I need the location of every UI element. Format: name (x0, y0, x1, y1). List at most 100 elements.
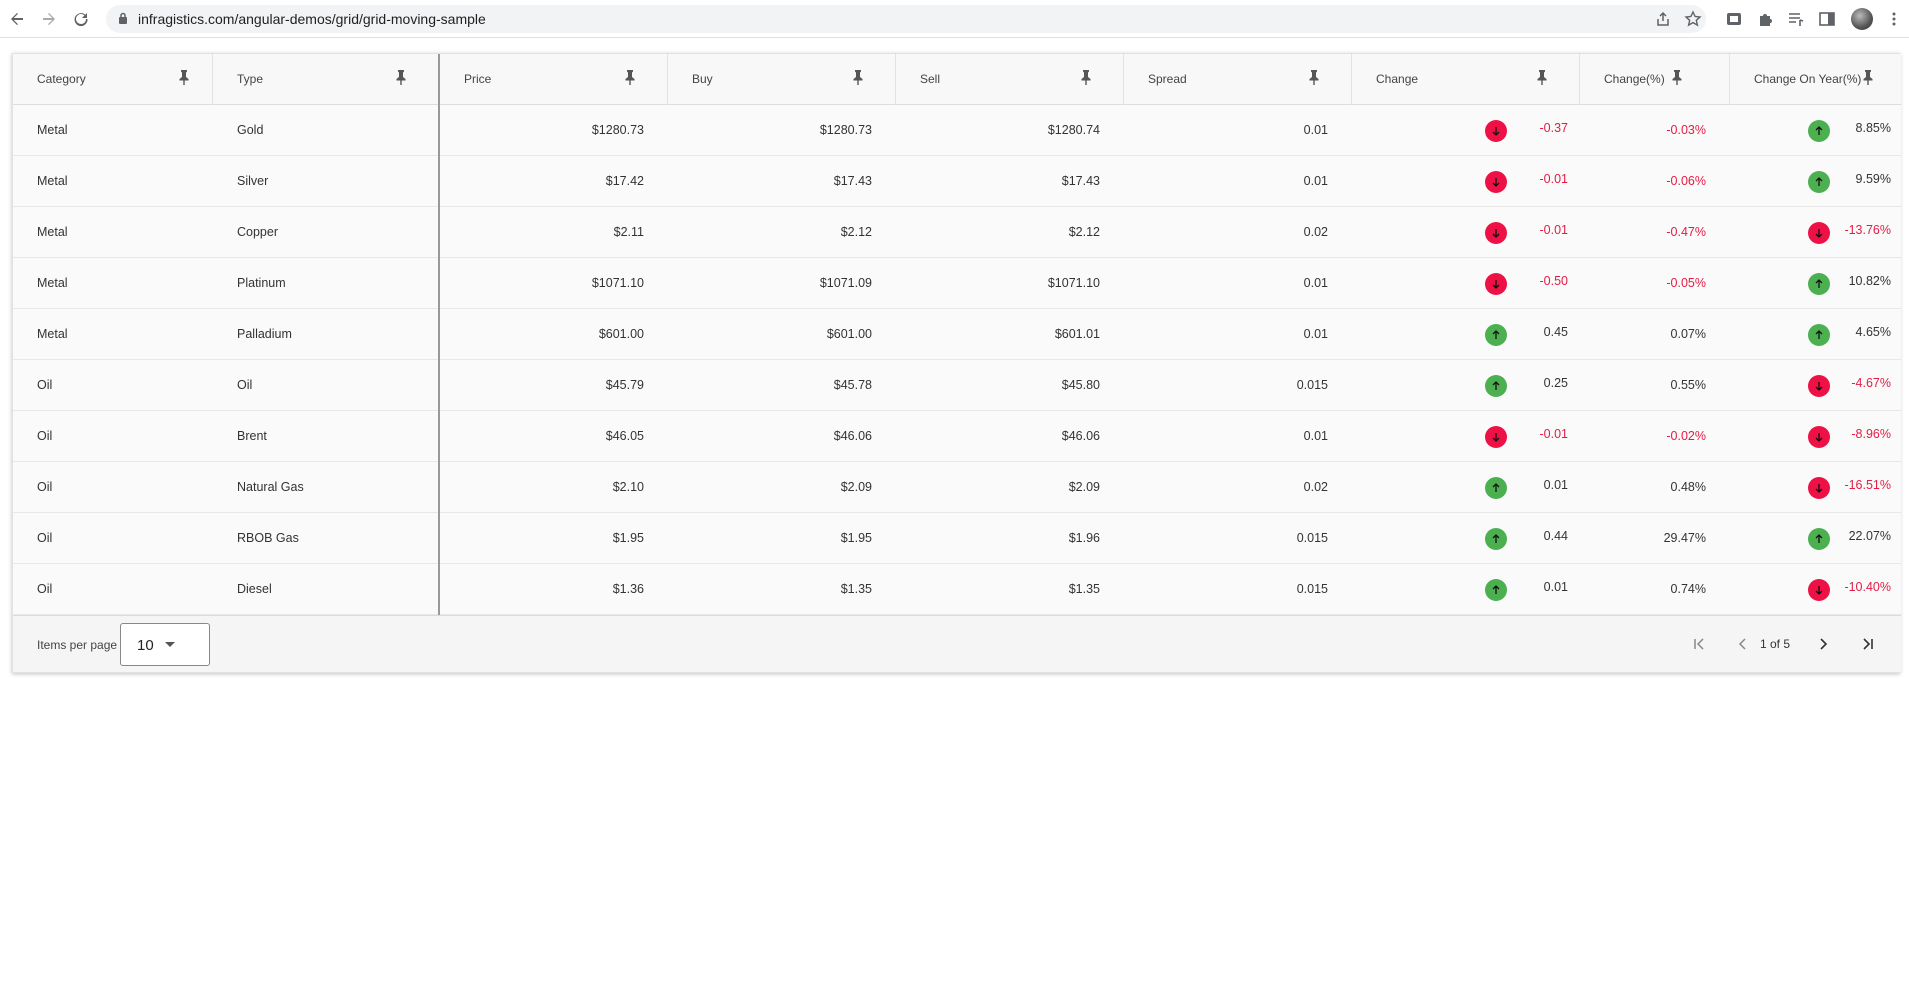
cell-change_pct: -0.05% (1666, 276, 1706, 290)
pin-icon[interactable] (1861, 69, 1877, 87)
cell-change_pct: 0.74% (1670, 582, 1706, 596)
pin-icon[interactable] (1670, 69, 1686, 87)
cell-price: $1.95 (612, 531, 644, 545)
arrow-down-icon (1808, 375, 1830, 397)
table-row[interactable]: Metal Palladium $601.00 $601.00 $601.01 0.01 0… (13, 309, 1901, 360)
first-page-icon[interactable] (1689, 634, 1709, 654)
cell-category: Oil (37, 429, 53, 443)
cell-buy: $2.12 (840, 225, 872, 239)
table-row[interactable]: Metal Platinum $1071.10 $1071.09 $1071.10 0.0… (13, 258, 1901, 309)
grid-header: Category Type Price Buy Sell Spread Change Chan… (13, 54, 1901, 105)
cell-buy: $1.35 (840, 582, 872, 596)
pin-icon[interactable] (1079, 69, 1095, 87)
bookmark-star-icon[interactable] (1684, 10, 1702, 28)
cell-price: $2.11 (613, 225, 644, 239)
cell-type: Gold (237, 123, 264, 137)
table-row[interactable]: Oil Diesel $1.36 $1.35 $1.35 0.015 0.01 0.74% -1… (13, 564, 1901, 615)
arrow-down-icon (1485, 222, 1507, 244)
cell-category: Oil (37, 582, 53, 596)
data-grid: Category Type Price Buy Sell Spread Change Chan… (12, 53, 1901, 673)
table-row[interactable]: Oil Brent $46.05 $46.06 $46.06 0.01 -0.01 -0.02… (13, 411, 1901, 462)
column-header-sell[interactable]: Sell (896, 54, 1124, 105)
grid-body: Metal Gold $1280.73 $1280.73 $1280.74 0.01 -0.… (13, 105, 1901, 615)
column-header-buy[interactable]: Buy (668, 54, 896, 105)
arrow-up-icon (1808, 528, 1830, 550)
cell-spread: 0.02 (1303, 225, 1328, 239)
column-header-category[interactable]: Category (13, 54, 213, 105)
pin-icon[interactable] (851, 69, 867, 87)
cell-price: $1.36 (612, 582, 644, 596)
cell-buy: $2.09 (840, 480, 872, 494)
table-row[interactable]: Oil Oil $45.79 $45.78 $45.80 0.015 0.25 0.55% -4… (13, 360, 1901, 411)
column-header-label: Change(%) (1604, 72, 1665, 86)
more-menu-icon[interactable] (1885, 10, 1903, 28)
url-text: infragistics.com/angular-demos/grid/grid… (138, 11, 486, 27)
cell-sell: $1280.74 (1047, 123, 1100, 137)
arrow-down-icon (1808, 426, 1830, 448)
table-row[interactable]: Metal Copper $2.11 $2.12 $2.12 0.02 -0.01 -0.47… (13, 207, 1901, 258)
cell-buy: $46.06 (833, 429, 872, 443)
last-page-icon[interactable] (1858, 634, 1878, 654)
table-row[interactable]: Metal Gold $1280.73 $1280.73 $1280.74 0.01 -0.… (13, 105, 1901, 156)
table-row[interactable]: Metal Silver $17.42 $17.43 $17.43 0.01 -0.01 -0… (13, 156, 1901, 207)
column-header-change_pct[interactable]: Change(%) (1580, 54, 1730, 105)
arrow-up-icon (1808, 171, 1830, 193)
cell-change_year: -13.76% (1844, 223, 1891, 237)
column-header-label: Change On Year(%) (1754, 72, 1862, 86)
items-per-page-value: 10 (137, 637, 154, 654)
previous-page-icon[interactable] (1733, 634, 1753, 654)
cell-change: 0.01 (1543, 478, 1568, 492)
column-header-type[interactable]: Type (213, 54, 440, 105)
cell-category: Metal (37, 327, 68, 341)
column-header-label: Sell (920, 72, 941, 86)
cell-category: Oil (37, 531, 53, 545)
cell-spread: 0.015 (1296, 378, 1328, 392)
column-header-label: Type (237, 72, 264, 86)
pin-icon[interactable] (1535, 69, 1551, 87)
cell-change_pct: -0.02% (1666, 429, 1706, 443)
column-header-change[interactable]: Change (1352, 54, 1580, 105)
cell-category: Metal (37, 123, 68, 137)
arrow-down-icon (1485, 120, 1507, 142)
table-row[interactable]: Oil RBOB Gas $1.95 $1.95 $1.96 0.015 0.44 29.47… (13, 513, 1901, 564)
arrow-up-icon (1485, 324, 1507, 346)
address-bar[interactable]: infragistics.com/angular-demos/grid/grid… (106, 5, 1706, 33)
column-header-spread[interactable]: Spread (1124, 54, 1352, 105)
share-icon[interactable] (1654, 10, 1672, 28)
arrow-up-icon (1808, 324, 1830, 346)
side-panel-icon[interactable] (1818, 10, 1836, 28)
table-row[interactable]: Oil Natural Gas $2.10 $2.09 $2.09 0.02 0.01 0.4… (13, 462, 1901, 513)
cell-change_year: 4.65% (1855, 325, 1891, 339)
browser-toolbar: infragistics.com/angular-demos/grid/grid… (0, 0, 1909, 38)
cell-price: $1071.10 (591, 276, 644, 290)
extension-icon[interactable] (1725, 10, 1743, 28)
pin-icon[interactable] (177, 69, 193, 87)
pinned-column-separator (438, 54, 440, 615)
reload-icon[interactable] (70, 8, 92, 30)
column-header-change_year[interactable]: Change On Year(%) (1730, 54, 1901, 105)
cell-sell: $17.43 (1061, 174, 1100, 188)
next-page-icon[interactable] (1813, 634, 1833, 654)
puzzle-icon[interactable] (1757, 10, 1775, 28)
cell-category: Metal (37, 174, 68, 188)
cell-type: Platinum (237, 276, 286, 290)
cell-category: Metal (37, 276, 68, 290)
cell-change_year: -10.40% (1844, 580, 1891, 594)
items-per-page-select[interactable]: 10 (120, 623, 210, 666)
pin-icon[interactable] (623, 69, 639, 87)
cell-spread: 0.01 (1303, 276, 1328, 290)
arrow-up-icon (1485, 579, 1507, 601)
column-header-price[interactable]: Price (440, 54, 668, 105)
cell-change_year: -8.96% (1851, 427, 1891, 441)
cell-change_pct: -0.03% (1666, 123, 1706, 137)
pin-icon[interactable] (1307, 69, 1323, 87)
cell-change: 0.44 (1543, 529, 1568, 543)
back-icon[interactable] (6, 8, 28, 30)
cell-sell: $1071.10 (1047, 276, 1100, 290)
reading-list-icon[interactable] (1787, 10, 1805, 28)
pin-icon[interactable] (394, 69, 410, 87)
forward-icon[interactable] (38, 8, 60, 30)
cell-sell: $1.96 (1068, 531, 1100, 545)
cell-spread: 0.02 (1303, 480, 1328, 494)
profile-avatar[interactable] (1851, 8, 1873, 30)
